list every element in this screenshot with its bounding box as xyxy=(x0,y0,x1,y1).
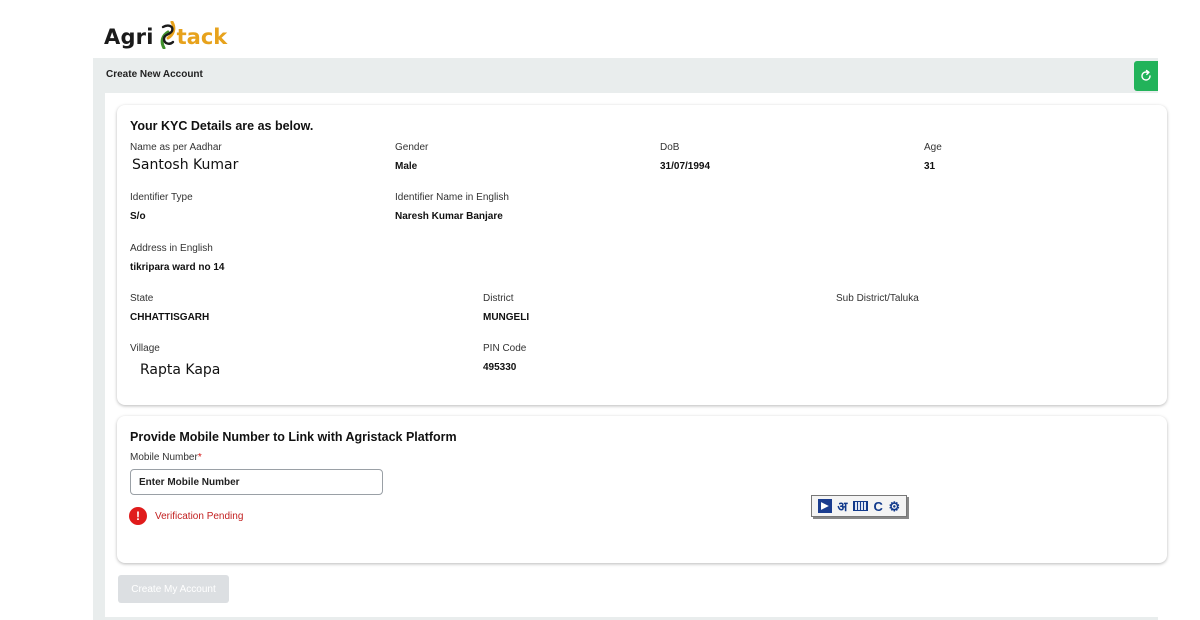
kyc-details-card: Your KYC Details are as below. Name as p… xyxy=(117,105,1167,405)
create-account-button[interactable]: Create My Account xyxy=(118,575,229,603)
subdistrict-label: Sub District/Taluka xyxy=(836,293,919,304)
mobile-number-input[interactable] xyxy=(130,469,383,495)
identifier-name-label: Identifier Name in English xyxy=(395,192,509,203)
mobile-field-label: Mobile Number* xyxy=(130,452,202,463)
gender-label: Gender xyxy=(395,142,429,153)
state-value: CHHATTISGARH xyxy=(130,312,210,323)
identifier-name-value: Naresh Kumar Banjare xyxy=(395,211,503,222)
pin-label: PIN Code xyxy=(483,343,527,354)
gear-icon[interactable]: ⚙ xyxy=(889,500,901,513)
keyboard-icon[interactable] xyxy=(852,501,868,511)
required-mark: * xyxy=(197,452,202,463)
state-label: State xyxy=(130,293,154,304)
alert-icon: ! xyxy=(129,507,147,525)
village-label: Village xyxy=(130,343,160,354)
name-label: Name as per Aadhar xyxy=(130,142,222,153)
logo-text-tack: tack xyxy=(176,25,228,49)
village-value: Rapta Kapa xyxy=(140,362,221,378)
name-value: Santosh Kumar xyxy=(132,157,239,173)
app-logo-icon[interactable] xyxy=(817,499,832,513)
input-tools-toolbar: अ C ⚙ xyxy=(811,495,907,517)
refresh-button[interactable] xyxy=(1134,61,1158,91)
verification-status-text: Verification Pending xyxy=(155,510,244,522)
pin-value: 495330 xyxy=(483,362,517,373)
address-value: tikripara ward no 14 xyxy=(130,262,225,273)
identifier-type-label: Identifier Type xyxy=(130,192,193,203)
kyc-title: Your KYC Details are as below. xyxy=(130,119,314,133)
age-label: Age xyxy=(924,142,942,153)
hindi-script-toggle[interactable]: अ xyxy=(837,500,847,513)
logo-s-mark-icon xyxy=(158,20,178,54)
verification-status: ! Verification Pending xyxy=(129,507,243,525)
c-toggle[interactable]: C xyxy=(874,500,883,513)
mobile-label-text: Mobile Number xyxy=(130,452,198,463)
district-label: District xyxy=(483,293,514,304)
gender-value: Male xyxy=(395,161,418,172)
age-value: 31 xyxy=(924,161,936,172)
mobile-link-card: Provide Mobile Number to Link with Agris… xyxy=(117,416,1167,563)
create-account-panel: Create New Account Your KYC Details are … xyxy=(93,58,1167,620)
identifier-type-value: S/o xyxy=(130,211,146,222)
logo-text-agri: Agri xyxy=(104,25,154,49)
agristack-logo: Agri tack xyxy=(104,20,228,54)
form-content: Your KYC Details are as below. Name as p… xyxy=(105,93,1167,617)
page-title: Create New Account xyxy=(106,69,203,80)
address-label: Address in English xyxy=(130,243,213,254)
dob-label: DoB xyxy=(660,142,680,153)
dob-value: 31/07/1994 xyxy=(660,161,711,172)
district-value: MUNGELI xyxy=(483,312,530,323)
mobile-title: Provide Mobile Number to Link with Agris… xyxy=(130,430,457,444)
refresh-icon xyxy=(1141,69,1151,81)
